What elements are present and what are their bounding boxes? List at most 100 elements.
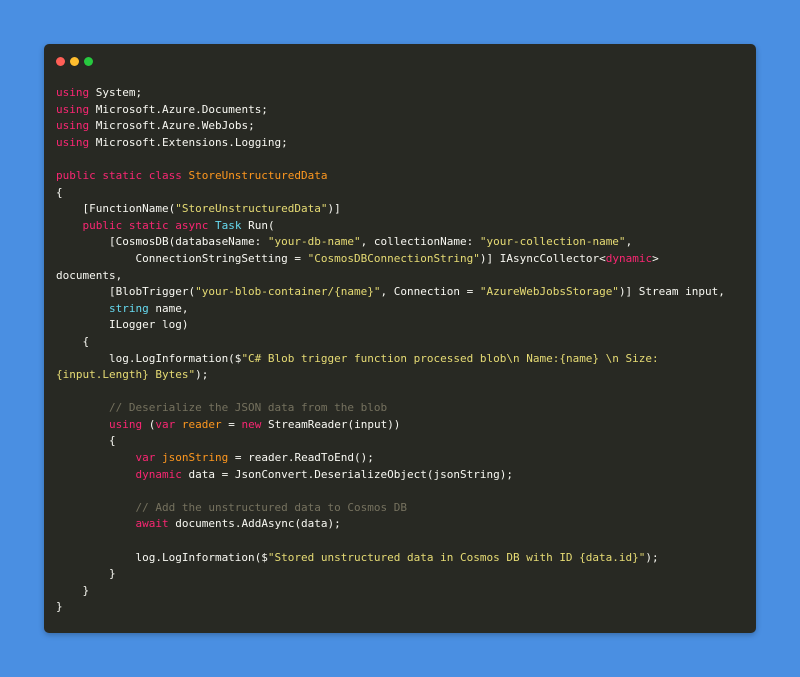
code-token: Task [214, 218, 242, 232]
code-token: using [56, 102, 90, 116]
code-line: } [56, 599, 725, 616]
code-token: data = JsonConvert.DeserializeObject(jso… [181, 467, 513, 481]
code-line: dynamic data = JsonConvert.DeserializeOb… [56, 467, 725, 484]
code-token: name, [148, 301, 189, 315]
code-line: log.LogInformation($"Stored unstructured… [56, 550, 725, 567]
code-token: "Stored unstructured data in Cosmos DB w… [267, 550, 646, 564]
code-token: = reader.ReadToEnd(); [228, 451, 374, 465]
code-line: } [56, 583, 725, 600]
code-token: // Add the unstructured data to Cosmos D… [56, 500, 407, 514]
code-token: "your-collection-name" [479, 235, 626, 249]
code-token: , [625, 235, 633, 249]
code-token: ILogger log) [56, 318, 189, 332]
code-token: > [652, 251, 659, 265]
code-token: using [56, 86, 90, 99]
code-token: string [108, 301, 149, 315]
code-token: )] Stream input, [618, 285, 725, 299]
code-token: Microsoft.Azure.WebJobs; [89, 119, 255, 133]
code-token: log.LogInformation($ [56, 351, 242, 365]
code-token: { [56, 334, 90, 348]
code-token: ConnectionStringSetting = [56, 251, 308, 265]
code-token: await [135, 517, 169, 531]
code-line: [FunctionName("StoreUnstructuredData")] [56, 201, 725, 218]
code-token: documents, [56, 268, 123, 282]
code-token: , Connection = [380, 285, 480, 299]
window-controls [56, 57, 93, 66]
code-line: { [56, 433, 725, 450]
code-token: using [56, 119, 90, 133]
code-token: var [135, 451, 156, 465]
code-line: await documents.AddAsync(data); [56, 516, 725, 533]
code-token: documents.AddAsync(data); [168, 517, 341, 531]
code-token: } [56, 583, 90, 597]
code-line: log.LogInformation($"C# Blob trigger fun… [56, 351, 725, 368]
minimize-dot-icon[interactable] [70, 57, 79, 66]
code-token: reader [181, 417, 222, 431]
code-token: { [56, 434, 116, 448]
code-token: "C# Blob trigger function processed blob… [241, 351, 659, 365]
code-token: { [56, 185, 63, 199]
code-line: {input.Length} Bytes"); [56, 367, 725, 384]
code-token: )] IAsyncCollector< [479, 251, 606, 265]
code-token: StoreUnstructuredData [188, 168, 328, 182]
code-token: public static async [82, 218, 215, 232]
code-line: // Deserialize the JSON data from the bl… [56, 400, 725, 417]
code-token: jsonString [161, 451, 229, 465]
code-token: "StoreUnstructuredData" [175, 202, 328, 216]
code-token: [FunctionName( [56, 202, 176, 216]
code-line: string name, [56, 301, 725, 318]
code-line: // Add the unstructured data to Cosmos D… [56, 500, 725, 517]
code-token: [CosmosDB(databaseName: [56, 235, 268, 249]
code-token: ); [195, 368, 209, 382]
code-token: dynamic [605, 251, 653, 265]
code-token: } [56, 567, 116, 581]
code-token: log.LogInformation($ [56, 550, 268, 564]
code-line: ILogger log) [56, 317, 725, 334]
code-token: dynamic [135, 467, 182, 481]
code-token: "your-blob-container/{name}" [195, 285, 381, 299]
code-token: [BlobTrigger( [56, 285, 196, 299]
code-token: "your-db-name" [267, 235, 361, 249]
code-token: "AzureWebJobsStorage" [479, 285, 619, 299]
code-line: } [56, 566, 725, 583]
code-token: using [108, 417, 143, 431]
code-token: new [241, 417, 262, 431]
code-line: using System; [56, 85, 725, 102]
code-line: using Microsoft.Azure.WebJobs; [56, 118, 725, 135]
code-line: [BlobTrigger("your-blob-container/{name}… [56, 284, 725, 301]
code-token: StreamReader(input)) [261, 417, 401, 431]
code-token: var [155, 417, 176, 431]
code-token: // Deserialize the JSON data from the bl… [56, 401, 388, 415]
code-token: ); [645, 550, 659, 564]
code-token: {input.Length} Bytes" [56, 368, 196, 382]
code-block: using System; using Microsoft.Azure.Docum… [56, 85, 725, 616]
code-token: public static class [56, 168, 189, 182]
code-token: , collectionName: [360, 235, 480, 249]
close-dot-icon[interactable] [56, 57, 65, 66]
code-token: )] [327, 202, 341, 216]
code-line: documents, [56, 268, 725, 285]
code-token: Microsoft.Extensions.Logging; [89, 135, 288, 149]
code-window: using System; using Microsoft.Azure.Docum… [44, 44, 756, 633]
code-line: var jsonString = reader.ReadToEnd(); [56, 450, 725, 467]
code-line: public static class StoreUnstructuredDat… [56, 168, 725, 185]
code-line: ConnectionStringSetting = "CosmosDBConne… [56, 251, 725, 268]
code-token: Microsoft.Azure.Documents; [89, 102, 268, 116]
code-line: using Microsoft.Azure.Documents; [56, 102, 725, 119]
code-token: ( [142, 417, 156, 431]
maximize-dot-icon[interactable] [84, 57, 93, 66]
code-line: using (var reader = new StreamReader(inp… [56, 417, 725, 434]
code-line: public static async Task Run( [56, 218, 725, 235]
code-token: Run( [241, 218, 275, 232]
